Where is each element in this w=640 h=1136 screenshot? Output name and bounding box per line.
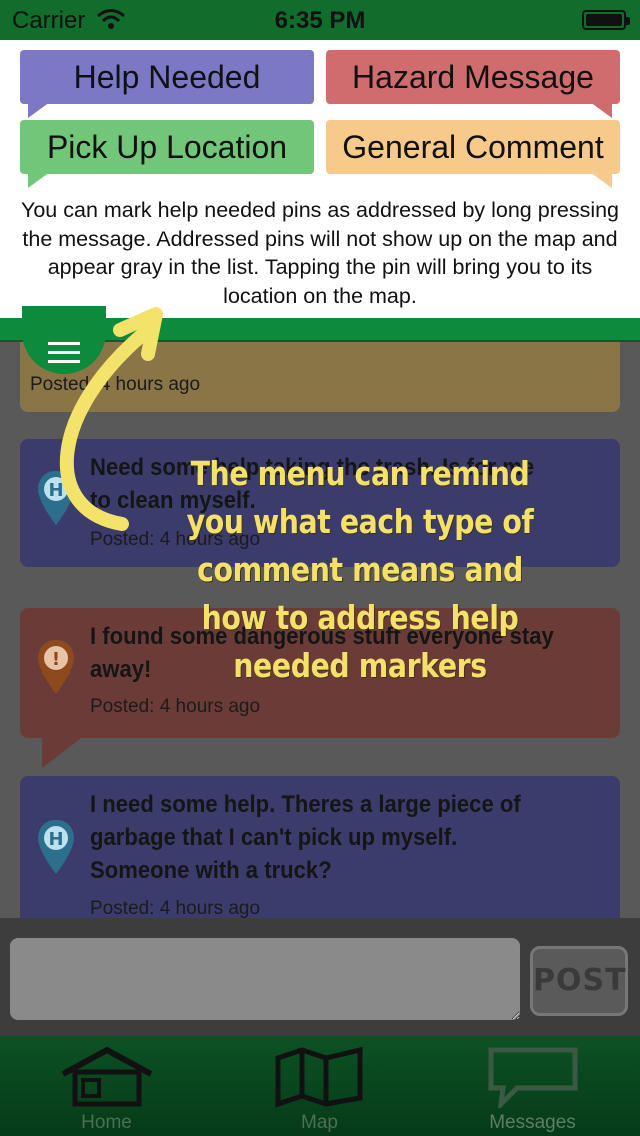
svg-text:H: H	[48, 480, 63, 501]
status-bar: Carrier 6:35 PM	[0, 0, 640, 40]
message-timestamp: Posted: 4 hours ago	[30, 374, 201, 395]
composer: POST	[0, 918, 640, 1036]
hamburger-icon	[48, 342, 80, 345]
tab-map[interactable]: Map	[213, 1036, 426, 1136]
tab-home[interactable]: Home	[0, 1036, 213, 1136]
map-icon	[275, 1046, 362, 1108]
help-pin-icon[interactable]: H	[36, 469, 76, 527]
tab-bar: Home Map Messages	[0, 1036, 640, 1136]
legend-description: You can mark help needed pins as address…	[20, 198, 620, 308]
hazard-message-legend: Hazard Message	[326, 50, 620, 118]
clock: 6:35 PM	[274, 7, 366, 34]
message-timestamp: Posted: 4 hours ago	[90, 696, 261, 717]
tutorial-text: The menu can remind you what each type o…	[186, 454, 534, 685]
hazard-pin-icon[interactable]: !	[36, 638, 76, 696]
help-pin-icon[interactable]: H	[36, 818, 76, 876]
legend-panel: Help Needed Hazard Message Pick Up Locat…	[0, 40, 640, 318]
help-needed-legend: Help Needed	[20, 50, 314, 118]
tab-label: Map	[301, 1112, 338, 1133]
general-comment-legend: General Comment	[326, 120, 620, 188]
speech-bubble-icon	[488, 1047, 577, 1108]
message-timestamp: Posted: 4 hours ago	[90, 898, 261, 918]
svg-text:!: !	[52, 649, 60, 670]
list-item[interactable]: Posted: 4 hours ago	[20, 342, 620, 412]
message-input[interactable]	[10, 938, 520, 1020]
house-icon	[61, 1046, 152, 1107]
tab-messages[interactable]: Messages	[426, 1036, 639, 1136]
list-item[interactable]: H I need some help. Theres a large piece…	[20, 776, 620, 918]
battery-icon	[582, 10, 630, 30]
post-button[interactable]: POST	[530, 946, 628, 1016]
tab-label: Home	[81, 1112, 132, 1133]
svg-text:H: H	[48, 829, 63, 850]
message-text: I need some help. Theres a large piece o…	[90, 791, 521, 884]
tab-label: Messages	[489, 1112, 576, 1133]
pick-up-location-legend: Pick Up Location	[20, 120, 314, 188]
